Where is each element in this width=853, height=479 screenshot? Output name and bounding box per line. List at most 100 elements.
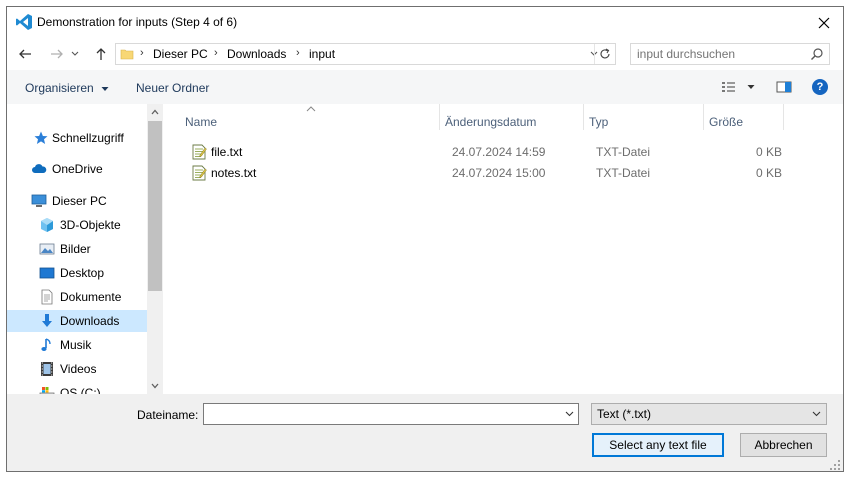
filename-label: Dateiname: xyxy=(137,408,199,422)
filename-dropdown-button[interactable] xyxy=(562,407,576,421)
sidebar-item-label: Bilder xyxy=(60,242,91,256)
chevron-down-icon xyxy=(71,51,79,56)
pictures-icon xyxy=(39,243,55,255)
file-date: 24.07.2024 14:59 xyxy=(452,145,546,159)
sidebar-item-bilder[interactable]: Bilder xyxy=(7,238,147,260)
command-bar: Organisieren Neuer Ordner ? xyxy=(7,70,843,104)
search-icon[interactable] xyxy=(810,47,824,61)
file-name: notes.txt xyxy=(211,166,257,180)
sidebar-item-label: OneDrive xyxy=(52,162,103,176)
up-button[interactable] xyxy=(91,44,111,64)
document-icon xyxy=(41,289,53,305)
breadcrumb-separator: › xyxy=(214,47,218,59)
sidebar-item-videos[interactable]: Videos xyxy=(7,358,147,380)
preview-pane-icon xyxy=(776,81,792,93)
cloud-icon xyxy=(32,164,47,173)
table-row[interactable]: notes.txt 24.07.2024 15:00 TXT-Datei 0 K… xyxy=(183,163,783,183)
back-button[interactable] xyxy=(15,44,35,64)
scroll-up-button[interactable] xyxy=(147,104,163,120)
column-header-date[interactable]: Änderungsdatum xyxy=(440,104,583,134)
vscode-icon xyxy=(16,14,32,30)
text-file-icon xyxy=(192,144,207,160)
file-date: 24.07.2024 15:00 xyxy=(452,166,546,180)
chevron-up-icon xyxy=(151,109,159,115)
video-icon xyxy=(41,362,53,376)
sidebar-item-label: Dieser PC xyxy=(52,194,107,208)
view-list-icon xyxy=(722,82,735,92)
filename-combobox[interactable] xyxy=(203,403,579,425)
scrollbar-thumb[interactable] xyxy=(148,121,162,291)
filetype-dropdown-button[interactable] xyxy=(809,407,823,421)
address-bar[interactable]: › Dieser PC › Downloads › input xyxy=(115,43,616,65)
breadcrumb-dieser-pc[interactable]: Dieser PC xyxy=(153,47,208,61)
search-box[interactable] xyxy=(630,43,830,65)
sidebar-item-3d-objekte[interactable]: 3D-Objekte xyxy=(7,214,147,236)
filetype-select[interactable]: Text (*.txt) xyxy=(591,403,827,425)
help-icon[interactable]: ? xyxy=(812,79,828,95)
sidebar-item-label: 3D-Objekte xyxy=(60,218,121,232)
cancel-button[interactable]: Abbrechen xyxy=(740,433,827,457)
close-button[interactable] xyxy=(805,7,843,38)
column-header-type[interactable]: Typ xyxy=(584,104,703,134)
text-file-icon xyxy=(192,165,207,181)
forward-button[interactable] xyxy=(47,44,67,64)
breadcrumb-input[interactable]: input xyxy=(309,47,335,61)
organize-label: Organisieren xyxy=(25,81,94,95)
column-header-label: Typ xyxy=(589,115,609,129)
file-type: TXT-Datei xyxy=(596,166,651,180)
recent-locations-dropdown[interactable] xyxy=(70,44,80,64)
breadcrumb-separator: › xyxy=(140,47,144,59)
new-folder-button[interactable]: Neuer Ordner xyxy=(136,81,209,95)
file-name: file.txt xyxy=(211,145,243,159)
preview-pane-button[interactable] xyxy=(776,79,792,95)
table-row[interactable]: file.txt 24.07.2024 14:59 TXT-Datei 0 KB xyxy=(183,142,783,162)
desktop-icon xyxy=(39,267,55,279)
chevron-down-icon xyxy=(747,85,755,89)
sidebar-item-desktop[interactable]: Desktop xyxy=(7,262,147,284)
folder-icon xyxy=(120,49,134,60)
resize-grip-icon[interactable] xyxy=(829,459,841,471)
sidebar-item-label: Musik xyxy=(60,338,92,352)
back-arrow-icon xyxy=(19,49,31,59)
column-header-name[interactable]: Name xyxy=(183,104,439,134)
chevron-down-icon xyxy=(812,411,820,417)
search-input[interactable] xyxy=(637,47,797,61)
breadcrumb-separator: › xyxy=(296,47,300,59)
sidebar-item-musik[interactable]: Musik xyxy=(7,334,147,356)
select-file-button[interactable]: Select any text file xyxy=(592,433,724,457)
filetype-value: Text (*.txt) xyxy=(597,407,652,421)
file-open-dialog: Demonstration for inputs (Step 4 of 6) ›… xyxy=(6,6,844,472)
sidebar-item-os-c[interactable]: OS (C:) xyxy=(7,382,147,394)
close-icon xyxy=(818,17,830,28)
column-header-size[interactable]: Größe xyxy=(704,104,783,134)
chevron-down-icon xyxy=(151,383,159,389)
sidebar-item-label: Dokumente xyxy=(60,290,122,304)
navigation-bar: › Dieser PC › Downloads › input xyxy=(7,38,843,70)
forward-arrow-icon xyxy=(51,49,63,59)
star-icon xyxy=(34,131,48,144)
sidebar-item-dokumente[interactable]: Dokumente xyxy=(7,286,147,308)
file-size: 0 KB xyxy=(755,145,782,159)
column-header-label: Änderungsdatum xyxy=(445,115,537,129)
organize-button[interactable]: Organisieren xyxy=(25,81,109,95)
computer-icon xyxy=(31,194,47,207)
sidebar-item-label: Downloads xyxy=(60,314,120,328)
window-title: Demonstration for inputs (Step 4 of 6) xyxy=(37,15,238,29)
title-bar: Demonstration for inputs (Step 4 of 6) xyxy=(7,7,843,38)
music-icon xyxy=(41,338,51,351)
filename-input[interactable] xyxy=(207,407,547,421)
sidebar-item-schnellzugriff[interactable]: Schnellzugriff xyxy=(7,127,147,149)
column-header-label: Größe xyxy=(709,115,744,129)
refresh-icon xyxy=(600,48,610,59)
refresh-button[interactable] xyxy=(594,44,615,64)
column-header-label: Name xyxy=(185,115,218,129)
column-divider[interactable] xyxy=(783,104,784,130)
sidebar-item-dieser-pc[interactable]: Dieser PC xyxy=(7,190,147,212)
navigation-pane-scrollbar[interactable] xyxy=(147,104,163,394)
scroll-down-button[interactable] xyxy=(147,378,163,394)
sidebar-item-downloads[interactable]: Downloads xyxy=(7,310,147,332)
sidebar-item-onedrive[interactable]: OneDrive xyxy=(7,158,147,180)
sidebar-item-label: Schnellzugriff xyxy=(52,131,124,145)
breadcrumb-downloads[interactable]: Downloads xyxy=(227,47,286,61)
change-view-button[interactable] xyxy=(721,79,755,95)
